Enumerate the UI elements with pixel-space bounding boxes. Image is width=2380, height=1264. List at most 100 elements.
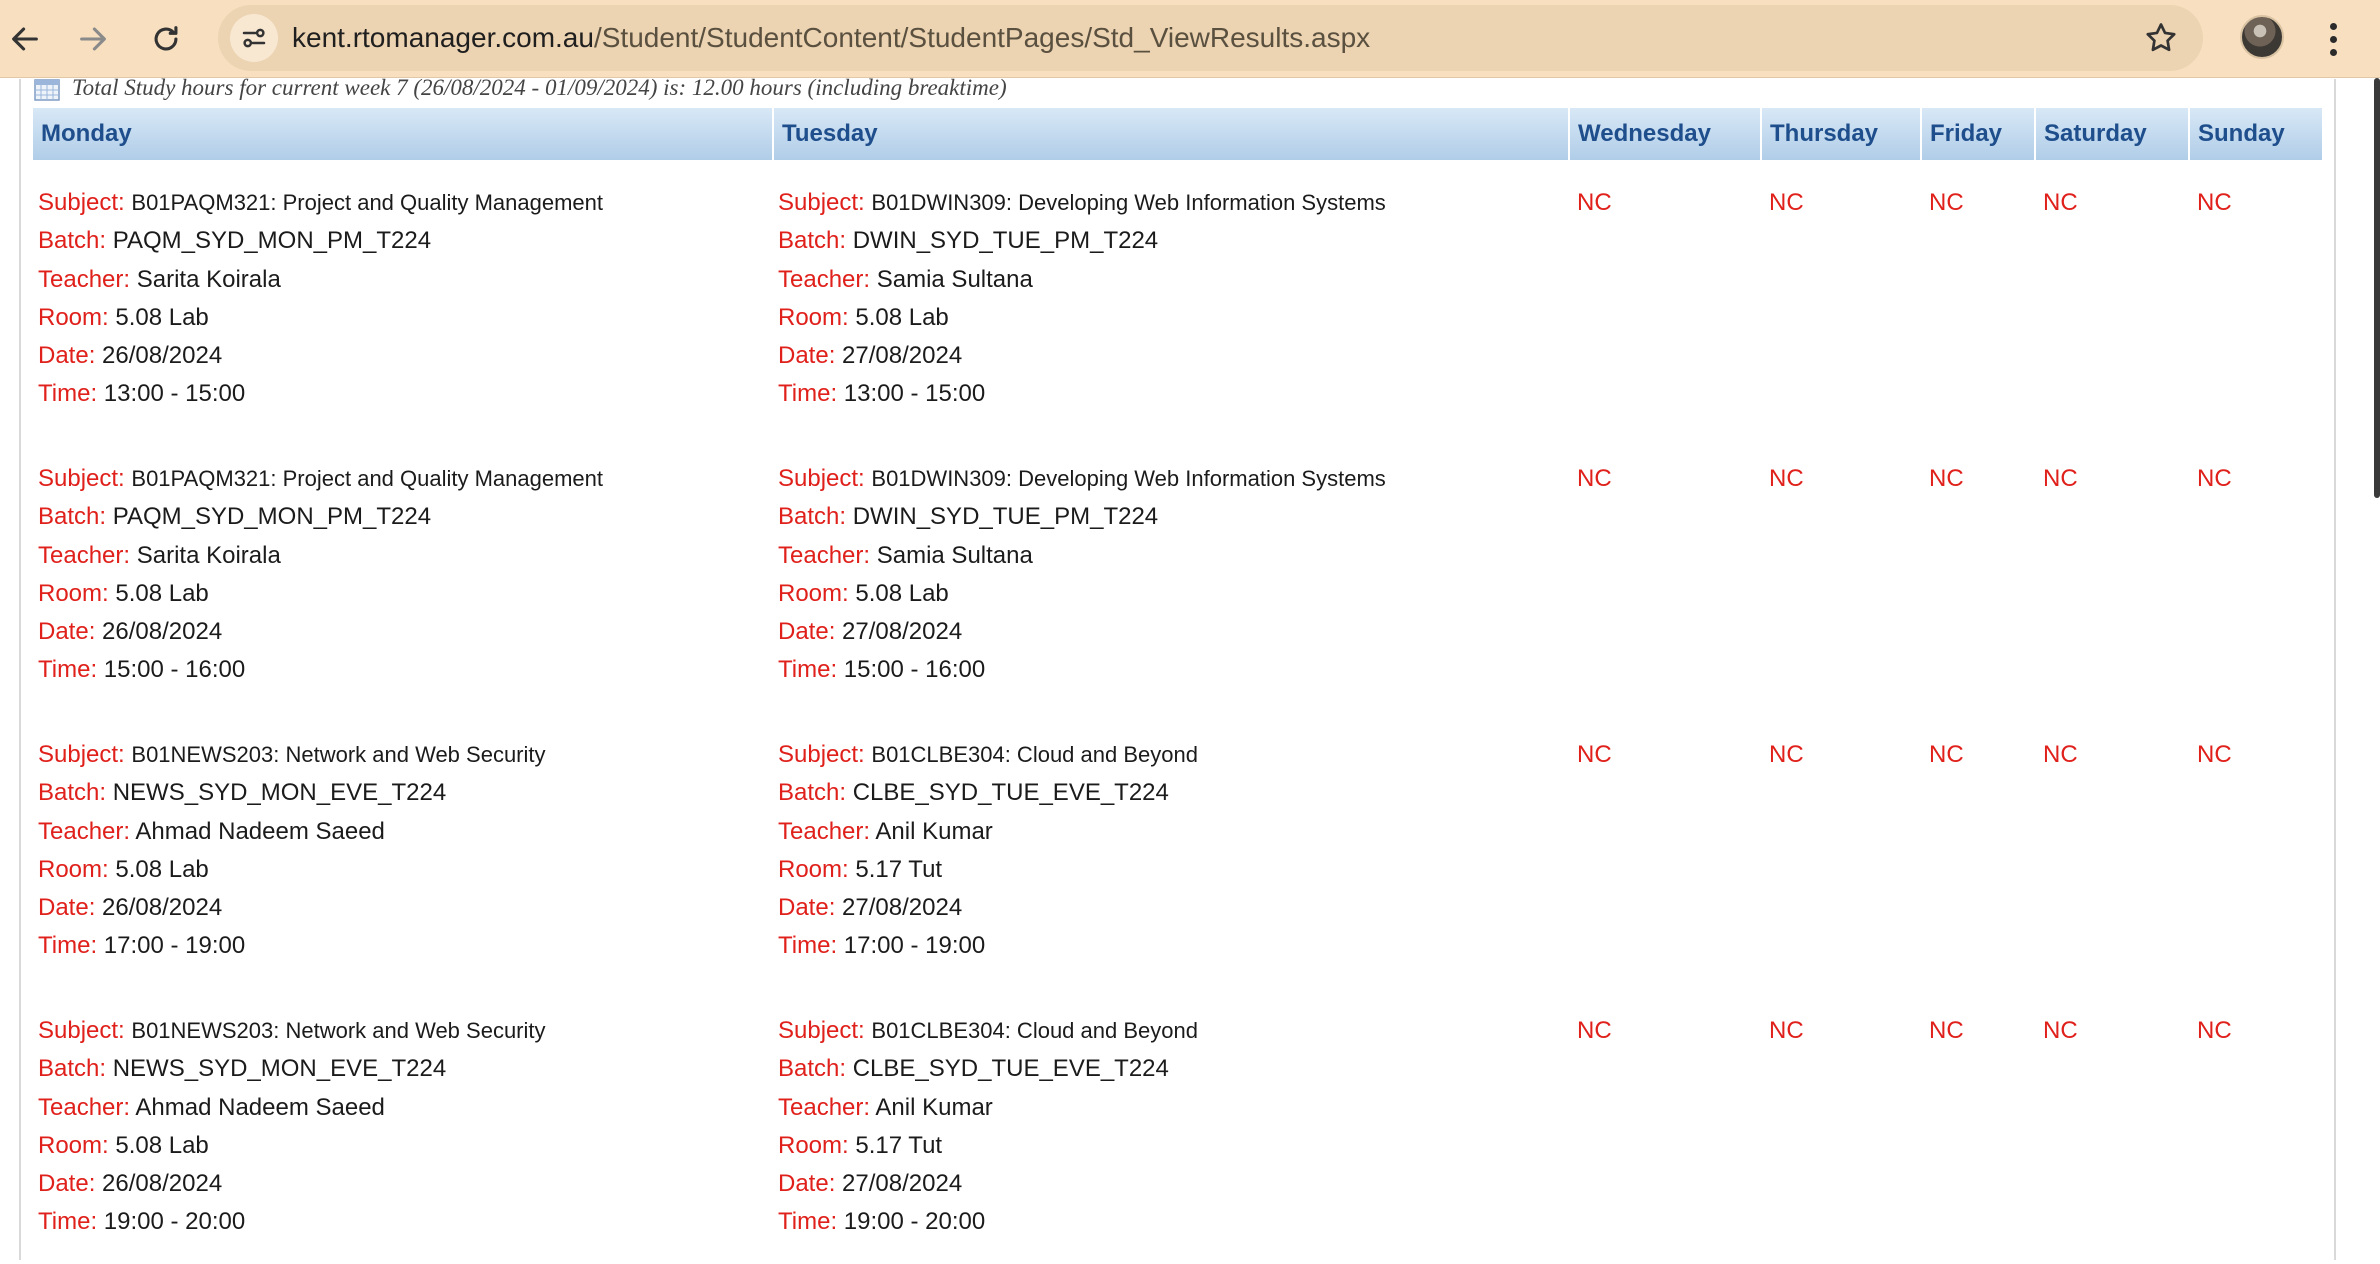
room-value: 5.17 Tut [855,1131,943,1159]
cell-wednesday: NC [1569,988,1761,1264]
session-time-line: Time: 19:00 - 20:00 [38,1203,773,1241]
header-tuesday: Tuesday [773,108,1570,160]
session-block: Subject: B01DWIN309: Developing Web Info… [773,160,1569,414]
time-label: Time: [778,656,838,684]
room-value: 5.08 Lab [115,855,209,883]
cell-saturday: NC [2035,988,2189,1264]
session-date-line: Date: 27/08/2024 [778,337,1569,375]
batch-value: DWIN_SYD_TUE_PM_T224 [852,227,1159,255]
session-date-line: Date: 27/08/2024 [778,613,1569,651]
room-label: Room: [778,1131,849,1159]
study-hours-text: Total Study hours for current week 7 (26… [72,75,1007,100]
batch-label: Batch: [778,779,847,807]
table-row: Subject: B01PAQM321: Project and Quality… [33,436,2323,712]
subject-value: B01DWIN309: Developing Web Information S… [871,466,1386,491]
session-date-line: Date: 26/08/2024 [38,337,773,375]
batch-value: CLBE_SYD_TUE_EVE_T224 [852,1055,1169,1083]
batch-label: Batch: [778,227,847,255]
header-monday: Monday [33,108,774,160]
session-subject-line: Subject: B01DWIN309: Developing Web Info… [778,460,1569,498]
batch-label: Batch: [778,1055,847,1083]
subject-value: B01NEWS203: Network and Web Security [131,1018,546,1043]
reload-icon[interactable] [141,14,191,64]
date-label: Date: [38,1170,96,1198]
room-label: Room: [38,303,109,331]
room-value: 5.08 Lab [115,1131,209,1159]
teacher-value: Samia Sultana [876,541,1033,569]
session-block: Subject: B01PAQM321: Project and Quality… [33,436,773,690]
session-time-line: Time: 15:00 - 16:00 [778,651,1569,689]
session-subject-line: Subject: B01NEWS203: Network and Web Sec… [38,736,773,774]
room-value: 5.08 Lab [115,579,209,607]
star-icon[interactable] [2143,20,2179,56]
no-class-indicator: NC [1769,189,1804,216]
date-label: Date: [38,342,96,370]
batch-value: PAQM_SYD_MON_PM_T224 [112,227,432,255]
no-class-indicator: NC [1577,465,1612,492]
batch-label: Batch: [38,503,107,531]
session-time-line: Time: 13:00 - 15:00 [778,375,1569,413]
subject-label: Subject: [778,741,865,768]
more-menu-icon[interactable] [2318,14,2348,64]
room-label: Room: [38,855,109,883]
teacher-value: Ahmad Nadeem Saeed [135,1093,385,1121]
site-info-icon[interactable] [230,14,278,62]
no-class-indicator: NC [1577,741,1612,768]
calendar-icon [34,79,60,101]
cell-monday: Subject: B01NEWS203: Network and Web Sec… [33,712,773,988]
teacher-label: Teacher: [778,817,871,845]
date-label: Date: [778,342,836,370]
session-block: Subject: B01DWIN309: Developing Web Info… [773,436,1569,690]
session-teacher-line: Teacher: Samia Sultana [778,261,1569,299]
session-batch-line: Batch: NEWS_SYD_MON_EVE_T224 [38,774,773,812]
url-path: /Student/StudentContent/StudentPages/Std… [593,22,1371,53]
no-class-indicator: NC [1577,189,1612,216]
session-teacher-line: Teacher: Ahmad Nadeem Saeed [38,1089,773,1127]
forward-icon[interactable] [68,14,118,64]
batch-value: CLBE_SYD_TUE_EVE_T224 [852,779,1169,807]
url-host: kent.rtomanager.com.au [292,22,594,53]
session-date-line: Date: 26/08/2024 [38,1165,773,1203]
time-label: Time: [38,932,98,960]
cell-friday: NC [1921,160,2035,436]
date-value: 26/08/2024 [102,894,223,922]
time-label: Time: [778,932,838,960]
session-room-line: Room: 5.08 Lab [38,851,773,889]
back-icon[interactable] [0,14,50,64]
session-block: Subject: B01CLBE304: Cloud and Beyond Bat… [773,712,1569,966]
subject-value: B01DWIN309: Developing Web Information S… [871,190,1386,215]
session-block: Subject: B01NEWS203: Network and Web Sec… [33,712,773,966]
date-value: 26/08/2024 [102,618,223,646]
address-bar[interactable]: kent.rtomanager.com.au/Student/StudentCo… [218,5,2203,71]
subject-label: Subject: [38,1017,125,1044]
session-batch-line: Batch: PAQM_SYD_MON_PM_T224 [38,498,773,536]
no-class-indicator: NC [1577,1017,1612,1044]
cell-monday: Subject: B01NEWS203: Network and Web Sec… [33,988,773,1264]
no-class-indicator: NC [2197,1017,2232,1044]
scrollbar-thumb[interactable] [2374,78,2380,498]
session-room-line: Room: 5.08 Lab [38,299,773,337]
profile-avatar[interactable] [2240,15,2284,59]
room-label: Room: [778,303,849,331]
session-teacher-line: Teacher: Ahmad Nadeem Saeed [38,813,773,851]
room-label: Room: [778,579,849,607]
no-class-indicator: NC [2043,465,2078,492]
session-subject-line: Subject: B01CLBE304: Cloud and Beyond [778,1012,1569,1050]
url-text[interactable]: kent.rtomanager.com.au/Student/StudentCo… [292,21,1370,55]
teacher-label: Teacher: [778,265,871,293]
session-block: Subject: B01PAQM321: Project and Quality… [33,160,773,414]
cell-monday: Subject: B01PAQM321: Project and Quality… [33,160,773,436]
session-room-line: Room: 5.08 Lab [38,1127,773,1165]
subject-value: B01CLBE304: Cloud and Beyond [871,1018,1198,1043]
browser-toolbar: kent.rtomanager.com.au/Student/StudentCo… [0,0,2380,78]
time-label: Time: [778,380,838,408]
session-batch-line: Batch: CLBE_SYD_TUE_EVE_T224 [778,1050,1569,1088]
date-label: Date: [778,618,836,646]
cell-saturday: NC [2035,712,2189,988]
cell-sunday: NC [2189,436,2323,712]
no-class-indicator: NC [1769,465,1804,492]
session-subject-line: Subject: B01CLBE304: Cloud and Beyond [778,736,1569,774]
session-block: Subject: B01NEWS203: Network and Web Sec… [33,988,773,1242]
session-batch-line: Batch: DWIN_SYD_TUE_PM_T224 [778,222,1569,260]
room-value: 5.08 Lab [855,579,949,607]
